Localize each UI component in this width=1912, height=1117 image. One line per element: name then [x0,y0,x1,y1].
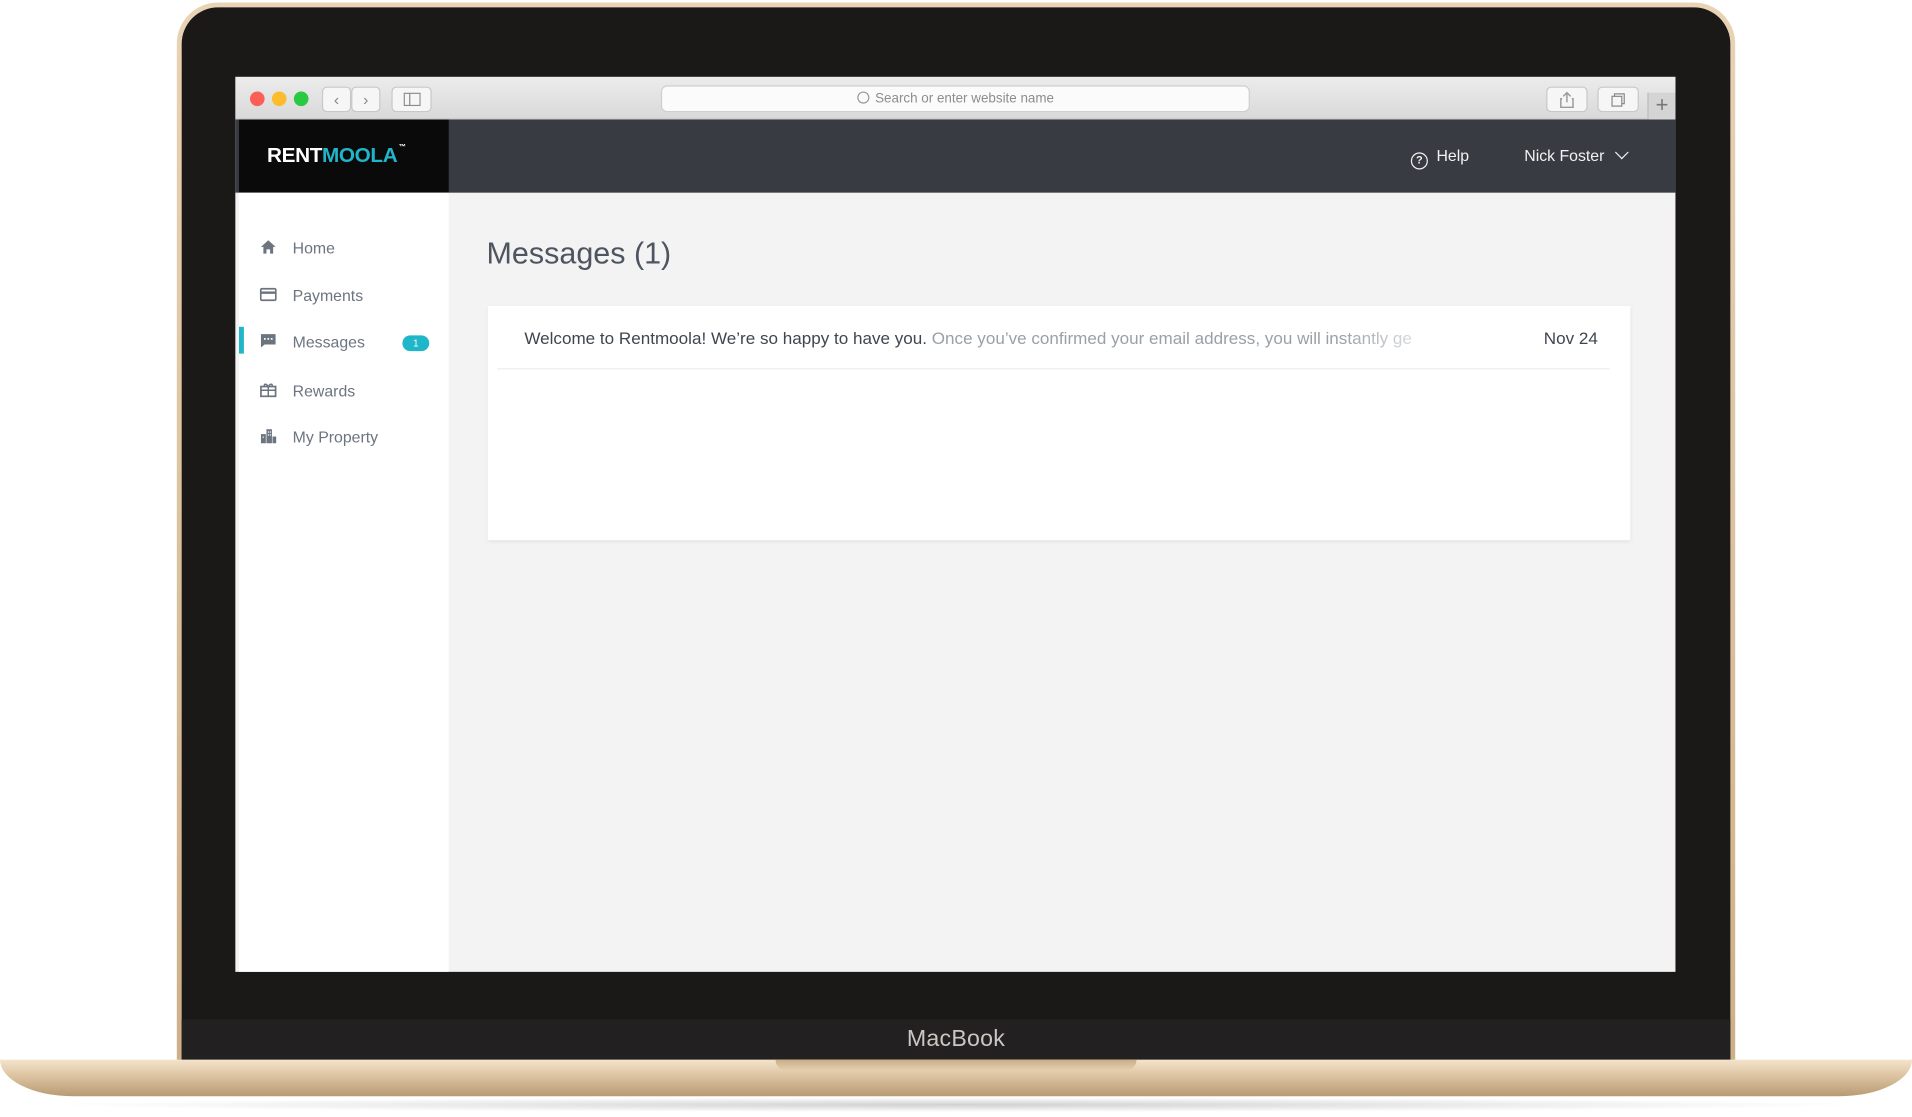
active-indicator [239,326,244,354]
message-text: Welcome to Rentmoola! We’re so happy to … [524,328,1451,348]
unread-count-badge: 1 [402,335,430,352]
credit-card-icon [259,287,277,302]
message-subject: Welcome to Rentmoola! We’re so happy to … [524,328,928,348]
sidebar-item-label: Payments [292,286,364,305]
message-preview: Once you’ve confirmed your email address… [927,328,1412,348]
close-window-button[interactable] [249,91,265,107]
sidebar-item-label: My Property [292,428,379,447]
device-label: MacBook [906,1026,1006,1053]
home-icon [260,240,276,254]
back-icon: ‹ [333,90,340,109]
laptop-notch [775,1059,1137,1071]
address-placeholder: Search or enter website name [875,91,1055,107]
tabs-icon [1611,93,1625,107]
sidebar-toggle-button[interactable] [391,86,432,113]
share-button[interactable] [1546,86,1588,113]
building-icon [260,429,277,444]
rentmoola-logo: RENTMOOLA™ [267,143,406,168]
preview-fade [1341,318,1476,355]
row-divider [497,368,1610,370]
sidebar-item-rewards[interactable]: Rewards [239,376,449,408]
forward-icon: › [363,90,369,109]
page-title: Messages (1) [486,236,672,271]
search-icon [856,91,869,104]
back-button[interactable]: ‹ [321,86,352,113]
laptop-shadow [48,1097,1864,1113]
sidebar-item-label: Home [292,239,335,258]
plus-icon: + [1655,92,1669,118]
sidebar-item-messages[interactable]: Messages 1 [239,326,449,359]
forward-button[interactable]: › [351,86,381,113]
tabs-overview-button[interactable] [1597,86,1639,113]
sidebar-item-my-property[interactable]: My Property [239,422,449,454]
address-bar[interactable]: Search or enter website name [660,85,1250,113]
sidebar-item-label: Rewards [292,381,356,400]
new-tab-button[interactable]: + [1647,92,1676,120]
chat-icon [260,334,276,348]
share-icon [1560,91,1574,109]
logo-container[interactable]: RENTMOOLA™ [239,119,449,193]
gift-icon [260,383,277,398]
sidebar-icon [403,92,421,107]
sidebar-item-payments[interactable]: Payments [239,280,449,312]
message-date: Nov 24 [1543,328,1598,348]
sidebar-nav: Home Payments Messages 1 Rewards My Prop… [239,192,449,972]
user-name: Nick Foster [1524,146,1605,165]
sidebar-item-home[interactable]: Home [239,233,449,265]
user-menu[interactable]: Nick Foster [1524,145,1629,166]
help-icon: ? [1410,152,1428,170]
help-label: Help [1436,146,1470,165]
minimize-window-button[interactable] [271,91,287,107]
chevron-down-icon [1614,145,1629,160]
messages-list: Welcome to Rentmoola! We’re so happy to … [487,306,1631,541]
sidebar-item-label: Messages [292,332,365,352]
zoom-window-button[interactable] [293,91,309,107]
app-header: RENTMOOLA™ ? Help Nick Foster [235,119,1676,193]
help-link[interactable]: ? Help [1410,146,1470,170]
browser-toolbar: ‹ › Search or enter website name + [235,76,1676,120]
screen: ‹ › Search or enter website name + RENTM… [235,76,1676,972]
